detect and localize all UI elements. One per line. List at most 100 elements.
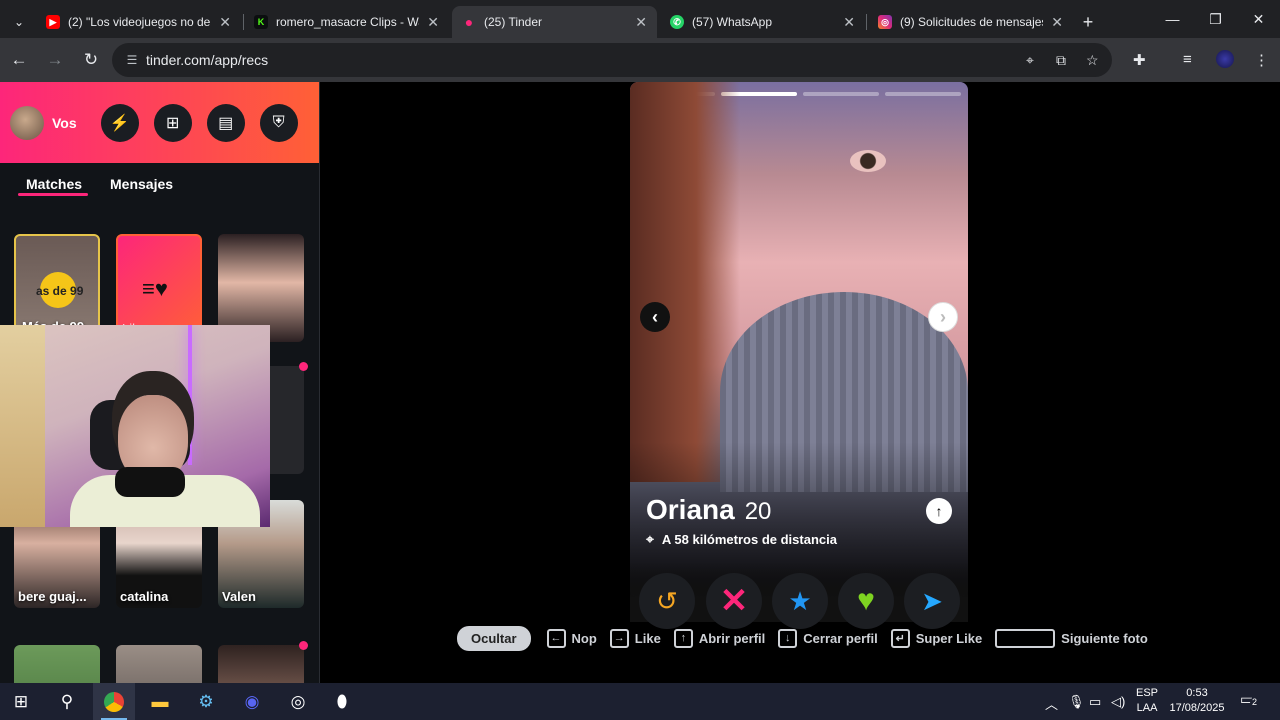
heart-icon: ♥ xyxy=(857,584,875,617)
boost-send-button[interactable]: ➤ xyxy=(904,573,960,629)
next-photo-button[interactable]: › xyxy=(928,302,958,332)
hearts-icon: ≡♥ xyxy=(142,276,168,301)
active-tab-underline xyxy=(18,193,88,196)
taskbar-file-explorer[interactable]: ▬ xyxy=(139,683,181,720)
paper-plane-icon: ➤ xyxy=(921,585,943,616)
taskbar-steam[interactable]: ⚙ xyxy=(185,683,227,720)
close-window-button[interactable]: ✕ xyxy=(1237,0,1280,38)
chevron-left-icon: ‹ xyxy=(652,306,658,327)
tab-youtube[interactable]: ▶ (2) "Los videojuegos no deb ✕ xyxy=(36,6,241,38)
open-profile-button[interactable]: ↑ xyxy=(926,498,952,524)
taskbar-app[interactable]: ⬮ xyxy=(321,683,363,720)
restore-button[interactable]: ❐ xyxy=(1194,0,1237,38)
tray-expand-icon[interactable]: ︿ xyxy=(1045,694,1058,713)
notification-count: 2 xyxy=(1250,697,1260,707)
forward-button[interactable]: → xyxy=(38,43,72,77)
match-card[interactable] xyxy=(218,645,304,683)
sidebar-tabs: Matches Mensajes xyxy=(0,176,319,206)
obs-icon: ◎ xyxy=(290,691,306,711)
shortcut-nope: ← Nop xyxy=(546,628,597,648)
taskbar-discord[interactable]: ◉ xyxy=(231,683,273,720)
profile-age: 20 xyxy=(744,498,772,525)
location-icon[interactable]: ⌖ xyxy=(1026,52,1034,69)
reload-icon: ↻ xyxy=(83,50,99,69)
tab-instagram[interactable]: ◎ (9) Solicitudes de mensajes ✕ xyxy=(868,6,1073,38)
start-button[interactable]: ⊞ xyxy=(0,683,42,720)
chevron-down-icon: ⌄ xyxy=(13,15,25,29)
reload-button[interactable]: ↻ xyxy=(74,43,108,77)
arrow-left-icon: ← xyxy=(10,50,28,69)
steam-icon: ⚙ xyxy=(198,691,214,711)
arrow-right-key-icon: → xyxy=(609,628,629,648)
nope-button[interactable]: ✕ xyxy=(706,573,762,629)
profile-avatar[interactable] xyxy=(1216,50,1234,68)
profile-name[interactable]: Vos xyxy=(52,115,77,131)
taskbar-obs[interactable]: ◎ xyxy=(277,683,319,720)
close-icon[interactable]: ✕ xyxy=(219,14,231,31)
chrome-icon xyxy=(104,691,124,712)
close-icon[interactable]: ✕ xyxy=(427,14,439,31)
kick-icon: K xyxy=(254,15,268,29)
tab-whatsapp[interactable]: ✆ (57) WhatsApp ✕ xyxy=(660,6,865,38)
tab-kick[interactable]: K romero_masacre Clips - Wat ✕ xyxy=(244,6,449,38)
lightning-icon: ⚡ xyxy=(109,114,130,132)
star-icon: ★ xyxy=(788,585,812,616)
site-info-icon[interactable]: ☰ xyxy=(118,53,146,67)
grid-search-icon: ⊞ xyxy=(165,114,180,132)
explore-button[interactable]: ⊞ xyxy=(153,103,192,142)
address-bar[interactable]: ☰ tinder.com/app/recs ⌖ ⧉ ☆ xyxy=(112,43,1112,77)
profile-name: Oriana xyxy=(646,494,735,525)
tab-matches[interactable]: Matches xyxy=(26,176,82,192)
tab-messages[interactable]: Mensajes xyxy=(110,176,173,192)
tab-tinder[interactable]: ● (25) Tinder ✕ xyxy=(452,6,657,38)
shortcut-superlike: ↵ Super Like xyxy=(890,628,982,648)
match-card[interactable] xyxy=(116,645,202,683)
search-button[interactable]: ⚲ xyxy=(46,683,88,720)
close-icon[interactable]: ✕ xyxy=(1051,14,1063,31)
install-app-icon[interactable]: ⧉ xyxy=(1056,52,1066,69)
language-indicator[interactable]: ESP LAA xyxy=(1136,686,1158,716)
arrow-left-key-icon: ← xyxy=(546,628,566,648)
boost-button[interactable]: ⚡ xyxy=(100,103,139,142)
webcam-overlay xyxy=(0,325,270,527)
network-icon[interactable]: ▭ xyxy=(1089,694,1101,710)
like-button[interactable]: ♥ xyxy=(838,573,894,629)
recs-main: ‹ › Oriana 20 ↑ ⌖ A 58 kilómetros de dis… xyxy=(321,82,1280,683)
match-card[interactable] xyxy=(14,645,100,683)
avatar[interactable] xyxy=(10,105,44,140)
volume-icon[interactable]: ◁) xyxy=(1111,694,1125,710)
arrow-up-key-icon: ↑ xyxy=(673,628,693,648)
photo-progress-segment xyxy=(803,92,879,96)
space-key-icon xyxy=(995,628,1056,648)
close-icon[interactable]: ✕ xyxy=(843,14,855,31)
headphones xyxy=(115,467,185,497)
safety-button[interactable]: ⛨ xyxy=(259,103,298,142)
close-icon[interactable]: ✕ xyxy=(635,14,647,31)
rewind-button[interactable]: ↺ xyxy=(639,573,695,629)
distance-text: A 58 kilómetros de distancia xyxy=(661,532,837,547)
new-match-dot xyxy=(299,641,308,650)
hide-shortcuts-button[interactable]: Ocultar xyxy=(457,625,531,651)
youtube-icon: ▶ xyxy=(46,15,60,29)
url-text[interactable]: tinder.com/app/recs xyxy=(146,52,268,68)
prev-photo-button[interactable]: ‹ xyxy=(640,302,670,332)
work-mode-button[interactable]: ▤ xyxy=(206,103,245,142)
notifications-button[interactable]: ▭ 2 xyxy=(1240,691,1260,708)
shortcut-like: → Like xyxy=(609,628,661,648)
menu-dots-icon[interactable]: ⋮ xyxy=(1254,51,1269,69)
minimize-button[interactable]: — xyxy=(1151,0,1194,38)
new-tab-button[interactable]: + xyxy=(1074,6,1102,38)
extensions-icon[interactable]: ✚ xyxy=(1133,51,1146,69)
media-controls-icon[interactable]: ≡ xyxy=(1183,51,1192,68)
tab-search-button[interactable]: ⌄ xyxy=(4,6,34,38)
mouse-icon: ⬮ xyxy=(336,691,348,711)
enter-key-icon: ↵ xyxy=(890,628,910,648)
microphone-icon[interactable]: 🎙 xyxy=(1068,694,1085,710)
superlike-button[interactable]: ★ xyxy=(772,573,828,629)
clock[interactable]: 0:53 17/08/2025 xyxy=(1166,686,1228,716)
shortcut-next-photo: Siguiente foto xyxy=(995,628,1148,648)
profile-photo-card[interactable]: ‹ › Oriana 20 ↑ ⌖ A 58 kilómetros de dis… xyxy=(630,82,968,597)
taskbar-chrome[interactable] xyxy=(93,683,135,720)
bookmark-star-icon[interactable]: ☆ xyxy=(1086,52,1099,69)
back-button[interactable]: ← xyxy=(2,43,36,77)
